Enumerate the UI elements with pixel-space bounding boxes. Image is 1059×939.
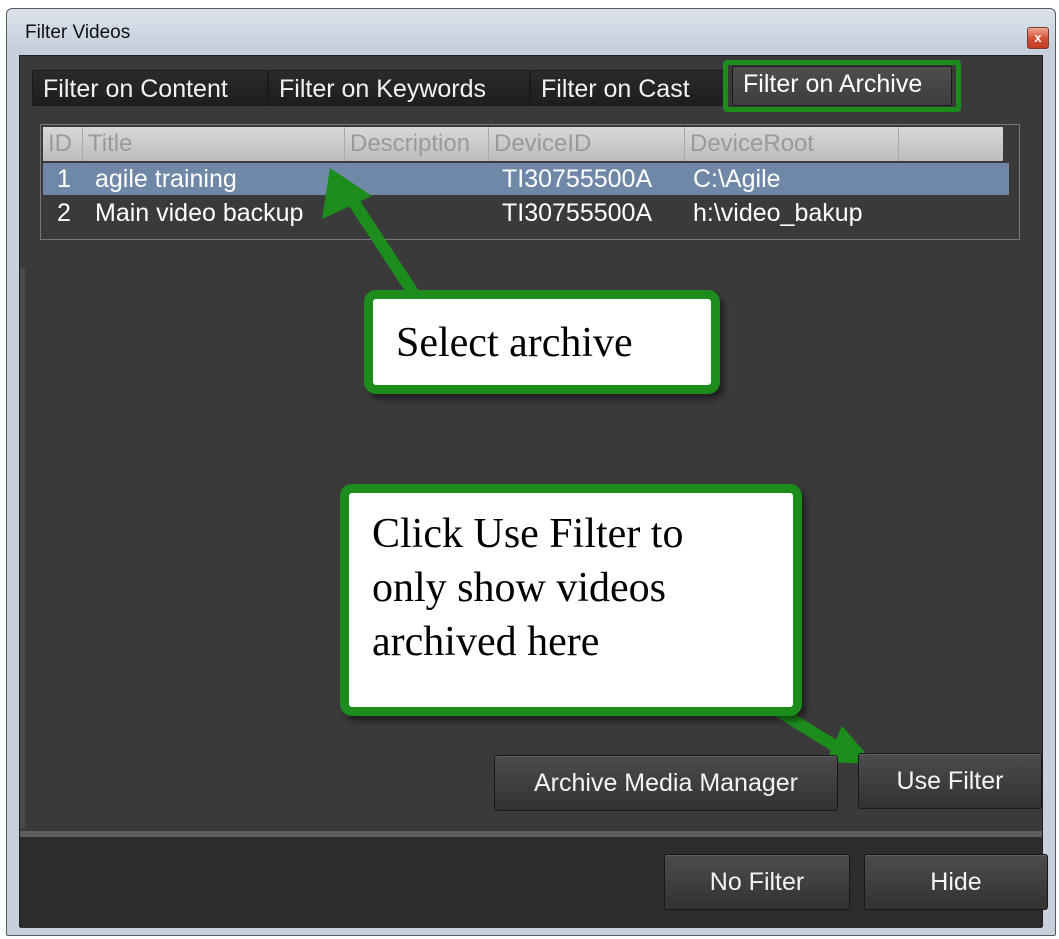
callout-use-filter-line: Click Use Filter to: [372, 511, 684, 557]
callout-use-filter: Click Use Filter to only show videos arc…: [340, 484, 802, 716]
close-icon[interactable]: x: [1027, 27, 1049, 49]
arrow-to-selected-row-icon: [322, 168, 418, 297]
no-filter-button[interactable]: No Filter: [664, 854, 850, 910]
filter-panel: Filter on Content Filter on Keywords Fil…: [20, 56, 1042, 831]
archive-media-manager-button[interactable]: Archive Media Manager: [494, 755, 838, 811]
footer-bar: No Filter Hide: [20, 837, 1048, 928]
callout-select-archive: Select archive: [364, 290, 720, 394]
window-title: Filter Videos: [25, 22, 131, 43]
title-bar[interactable]: Filter Videos x: [7, 9, 1055, 53]
hide-button[interactable]: Hide: [864, 854, 1048, 910]
use-filter-button[interactable]: Use Filter: [858, 753, 1042, 809]
callout-use-filter-line: archived here: [372, 619, 600, 665]
callout-use-filter-line: only show videos: [372, 565, 666, 611]
dialog-body: Filter on Content Filter on Keywords Fil…: [19, 55, 1048, 928]
callout-select-archive-text: Select archive: [396, 320, 633, 366]
filter-videos-window: Filter Videos x Filter on Content Filter…: [6, 8, 1056, 936]
